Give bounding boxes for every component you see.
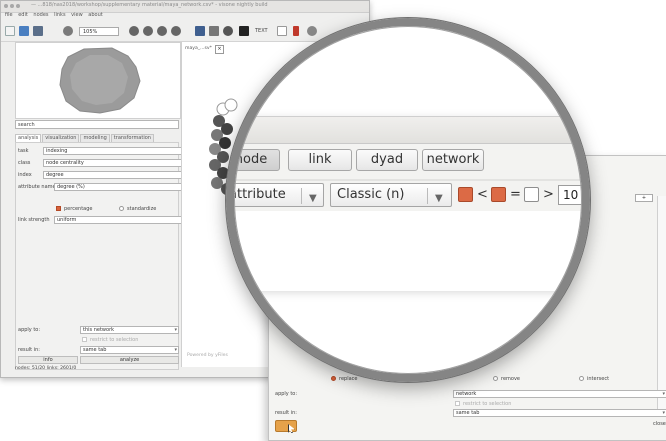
result-in-value: same tab: [83, 347, 107, 353]
replace-radio[interactable]: [331, 376, 336, 381]
stepper-button[interactable]: +: [635, 194, 653, 202]
dialog-apply-to-label: apply to:: [275, 391, 298, 397]
replace-label: replace: [339, 376, 358, 382]
network-overview[interactable]: [15, 42, 181, 119]
zoom-icon[interactable]: [63, 26, 73, 36]
fill-icon[interactable]: [239, 26, 249, 36]
task-label: task: [18, 148, 29, 154]
powered-by-label: Powered by yFiles: [187, 353, 228, 358]
document-tab[interactable]: maya_...sv*: [185, 46, 212, 51]
percentage-checkbox[interactable]: [56, 206, 61, 211]
result-in-label: result in:: [18, 347, 40, 353]
class-select[interactable]: node centrality: [43, 159, 191, 167]
dialog-apply-to-select[interactable]: network: [453, 390, 666, 398]
link-strength-select[interactable]: uniform: [54, 216, 191, 224]
percentage-label: percentage: [64, 206, 93, 212]
dialog-apply-button[interactable]: [275, 420, 297, 433]
panel-tabs: analysis visualization modeling transformat…: [15, 134, 155, 143]
index-select-value: degree: [46, 172, 64, 178]
analysis-panel: task indexing class node centrality inde…: [15, 142, 191, 370]
remove-radio[interactable]: [493, 376, 498, 381]
dialog-scrollbar[interactable]: [657, 196, 666, 416]
zoom-out-icon[interactable]: [143, 26, 153, 36]
zoom-selection-icon[interactable]: [171, 26, 181, 36]
dialog-close-button[interactable]: close: [653, 421, 666, 427]
magnifier-ring: [226, 18, 590, 382]
dialog-result-in-value: same tab: [456, 410, 480, 416]
dialog-restrict-checkbox[interactable]: [455, 401, 460, 406]
search-input[interactable]: search: [15, 120, 179, 129]
open-folder-icon[interactable]: [19, 26, 29, 36]
link-strength-label: link strength: [18, 217, 50, 223]
table-icon[interactable]: [195, 26, 205, 36]
zoom-in-icon[interactable]: [129, 26, 139, 36]
info-button[interactable]: info: [18, 356, 78, 364]
class-label: class: [18, 160, 31, 166]
close-window-icon[interactable]: [4, 4, 8, 8]
menu-bar: file edit nodes links view about: [1, 12, 369, 21]
dialog-restrict-label: restrict to selection: [463, 401, 512, 407]
mouse-cursor-icon: [288, 424, 295, 433]
node-tool-icon[interactable]: [307, 26, 317, 36]
save-icon[interactable]: [33, 26, 43, 36]
remove-label: remove: [501, 376, 520, 382]
menu-edit[interactable]: edit: [18, 12, 28, 18]
camera-icon[interactable]: [223, 26, 233, 36]
toolbar: 105% TEXT: [1, 21, 369, 42]
text-tool-label[interactable]: TEXT: [255, 28, 268, 34]
red-pen-icon[interactable]: [293, 26, 299, 36]
index-select[interactable]: degree: [43, 171, 191, 179]
menu-about[interactable]: about: [88, 12, 102, 18]
analyze-button[interactable]: analyze: [80, 356, 179, 364]
apply-to-select[interactable]: this network: [80, 326, 179, 334]
attribute-name-label: attribute name: [18, 184, 56, 190]
menu-file[interactable]: file: [5, 12, 13, 18]
attribute-name-input[interactable]: degree (%): [54, 183, 191, 191]
task-select-value: indexing: [46, 148, 68, 154]
status-bar: nodes: 51/20 links: 2601/0: [15, 366, 77, 371]
zoom-select[interactable]: 105%: [79, 27, 119, 36]
menu-nodes[interactable]: nodes: [33, 12, 48, 18]
apply-to-label: apply to:: [18, 327, 41, 333]
intersect-radio[interactable]: [579, 376, 584, 381]
link-strength-value: uniform: [57, 217, 77, 223]
window-title: — ...818/nas2018/workshop/supplementary …: [31, 2, 268, 8]
intersect-label: intersect: [587, 376, 610, 382]
result-in-select[interactable]: same tab: [80, 346, 179, 354]
close-tab-icon[interactable]: ×: [215, 45, 224, 54]
index-label: index: [18, 172, 32, 178]
layout-icon[interactable]: [209, 26, 219, 36]
dialog-result-in-label: result in:: [275, 410, 297, 416]
zoom-fit-icon[interactable]: [157, 26, 167, 36]
apply-to-value: this network: [83, 327, 115, 333]
new-file-icon[interactable]: [5, 26, 15, 36]
pencil-icon[interactable]: [277, 26, 287, 36]
restrict-selection-checkbox[interactable]: [82, 337, 87, 342]
overview-network-graphic: [59, 47, 141, 114]
menu-view[interactable]: view: [71, 12, 83, 18]
standardize-label: standardize: [127, 206, 157, 212]
menu-links[interactable]: links: [54, 12, 65, 18]
class-select-value: node centrality: [46, 160, 84, 166]
minimize-window-icon[interactable]: [10, 4, 14, 8]
standardize-radio[interactable]: [119, 206, 124, 211]
maximize-window-icon[interactable]: [16, 4, 20, 8]
dialog-result-in-select[interactable]: same tab: [453, 409, 666, 417]
task-select[interactable]: indexing: [43, 147, 191, 155]
restrict-selection-label: restrict to selection: [90, 337, 139, 343]
dialog-apply-to-value: network: [456, 391, 477, 397]
